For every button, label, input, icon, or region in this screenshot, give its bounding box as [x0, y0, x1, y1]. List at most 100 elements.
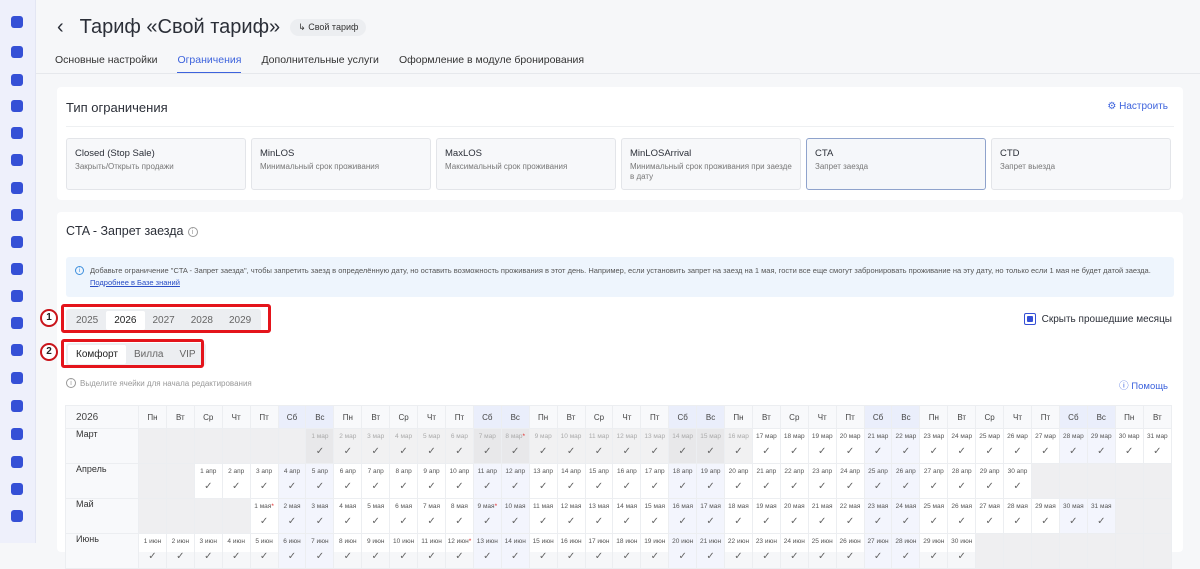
day-cell[interactable]: 27 мар ✓: [1031, 428, 1060, 464]
day-cell[interactable]: 5 мая ✓: [361, 498, 391, 534]
cloud-icon[interactable]: [11, 456, 23, 468]
day-cell[interactable]: 2 мая ✓: [277, 498, 307, 534]
day-cell[interactable]: 3 мая ✓: [305, 498, 335, 534]
day-cell[interactable]: 27 мая ✓: [975, 498, 1005, 534]
day-cell[interactable]: 1 апр ✓: [193, 463, 223, 499]
day-cell[interactable]: 29 мар ✓: [1086, 428, 1116, 464]
day-cell[interactable]: 16 апр ✓: [612, 463, 642, 499]
day-cell[interactable]: 1 июн ✓: [138, 533, 167, 569]
day-cell[interactable]: 12 июн* ✓: [444, 533, 474, 569]
day-cell[interactable]: 18 апр ✓: [668, 463, 698, 499]
day-cell[interactable]: 6 июн ✓: [277, 533, 307, 569]
box-icon[interactable]: [11, 344, 23, 356]
day-cell[interactable]: 13 мая ✓: [584, 498, 614, 534]
day-cell[interactable]: 14 июн ✓: [500, 533, 530, 569]
day-cell[interactable]: 31 мар ✓: [1142, 428, 1173, 464]
tab-restrictions[interactable]: Ограничения: [177, 54, 242, 74]
day-cell[interactable]: 28 мар ✓: [1058, 428, 1088, 464]
day-cell[interactable]: 2 апр ✓: [221, 463, 251, 499]
day-cell[interactable]: 18 мар ✓: [779, 428, 809, 464]
day-cell[interactable]: 22 июн ✓: [724, 533, 753, 569]
day-cell[interactable]: 16 июн ✓: [556, 533, 586, 569]
help-link[interactable]: ⓘ Помощь: [1119, 378, 1168, 392]
day-cell[interactable]: 27 июн ✓: [863, 533, 893, 569]
day-cell[interactable]: 11 июн ✓: [417, 533, 446, 569]
day-cell[interactable]: 11 апр ✓: [472, 463, 502, 499]
day-cell[interactable]: 19 мар ✓: [807, 428, 837, 464]
day-cell[interactable]: 27 апр ✓: [919, 463, 949, 499]
day-cell[interactable]: 24 мар ✓: [947, 428, 977, 464]
profile-icon[interactable]: [11, 510, 23, 522]
restriction-type-minlosarrival[interactable]: MinLOSArrival Минимальный срок проживания…: [621, 138, 801, 190]
day-cell[interactable]: 19 июн ✓: [640, 533, 670, 569]
day-cell[interactable]: 18 мая ✓: [724, 498, 753, 534]
restriction-type-ctd[interactable]: CTD Запрет выезда: [991, 138, 1171, 190]
day-cell[interactable]: 3 апр ✓: [249, 463, 279, 499]
day-cell[interactable]: 23 апр ✓: [807, 463, 837, 499]
day-cell[interactable]: 6 апр ✓: [333, 463, 363, 499]
day-cell[interactable]: 17 мар ✓: [751, 428, 781, 464]
day-cell[interactable]: 9 апр ✓: [417, 463, 446, 499]
restriction-type-closedstopsale[interactable]: Closed (Stop Sale) Закрыть/Открыть продаж…: [66, 138, 246, 190]
day-cell[interactable]: 6 мар ✓: [444, 428, 474, 464]
day-cell[interactable]: 29 апр ✓: [975, 463, 1005, 499]
day-cell[interactable]: 10 июн ✓: [389, 533, 419, 569]
restriction-type-minlos[interactable]: MinLOS Минимальный срок проживания: [251, 138, 431, 190]
configure-button[interactable]: ⚙ Настроить: [1107, 101, 1168, 112]
day-cell[interactable]: 26 мая ✓: [947, 498, 977, 534]
day-cell[interactable]: 3 июн ✓: [193, 533, 223, 569]
gear-icon[interactable]: [11, 317, 23, 329]
day-cell[interactable]: 11 мар ✓: [584, 428, 614, 464]
knowledge-base-link[interactable]: Подробнее в Базе знаний: [90, 278, 180, 287]
day-cell[interactable]: 30 июн ✓: [947, 533, 977, 569]
day-cell[interactable]: 4 мар ✓: [389, 428, 419, 464]
day-cell[interactable]: 14 мая ✓: [612, 498, 642, 534]
day-cell[interactable]: 12 мая ✓: [556, 498, 586, 534]
day-cell[interactable]: 25 мая ✓: [919, 498, 949, 534]
day-cell[interactable]: 15 июн ✓: [528, 533, 558, 569]
document-icon[interactable]: [11, 154, 23, 166]
back-button[interactable]: ‹: [57, 16, 64, 39]
day-cell[interactable]: 17 апр ✓: [640, 463, 670, 499]
day-cell[interactable]: 25 мар ✓: [975, 428, 1005, 464]
day-cell[interactable]: 28 апр ✓: [947, 463, 977, 499]
day-cell[interactable]: 28 июн ✓: [891, 533, 921, 569]
day-cell[interactable]: 29 июн ✓: [919, 533, 949, 569]
hide-past-months-checkbox[interactable]: Скрыть прошедшие месяцы: [1023, 313, 1172, 325]
restriction-type-cta[interactable]: CTA Запрет заезда: [806, 138, 986, 190]
restriction-type-maxlos[interactable]: MaxLOS Максимальный срок проживания: [436, 138, 616, 190]
day-cell[interactable]: 15 апр ✓: [584, 463, 614, 499]
day-cell[interactable]: 24 апр ✓: [835, 463, 865, 499]
day-cell[interactable]: 5 июн ✓: [249, 533, 279, 569]
day-cell[interactable]: 8 мар* ✓: [500, 428, 530, 464]
bell-icon[interactable]: [11, 16, 23, 28]
day-cell[interactable]: 24 мая ✓: [891, 498, 921, 534]
day-cell[interactable]: 14 мар ✓: [668, 428, 698, 464]
tab-extra-services[interactable]: Дополнительные услуги: [261, 54, 379, 74]
day-cell[interactable]: 9 июн ✓: [361, 533, 391, 569]
day-cell[interactable]: 13 апр ✓: [528, 463, 558, 499]
day-cell[interactable]: 7 мар ✓: [472, 428, 502, 464]
day-cell[interactable]: 4 июн ✓: [221, 533, 251, 569]
day-cell[interactable]: 25 апр ✓: [863, 463, 893, 499]
day-cell[interactable]: 15 мая ✓: [640, 498, 670, 534]
day-cell[interactable]: 31 мая ✓: [1086, 498, 1116, 534]
tag-icon[interactable]: [11, 127, 23, 139]
day-cell[interactable]: 23 мар ✓: [919, 428, 949, 464]
day-cell[interactable]: 9 мар ✓: [528, 428, 558, 464]
calculator-icon[interactable]: [11, 400, 23, 412]
day-cell[interactable]: 7 апр ✓: [361, 463, 391, 499]
day-cell[interactable]: 17 мая ✓: [696, 498, 726, 534]
checkbox-icon[interactable]: [11, 236, 23, 248]
day-cell[interactable]: 22 мар ✓: [891, 428, 921, 464]
day-cell[interactable]: 7 июн ✓: [305, 533, 335, 569]
tab-main-settings[interactable]: Основные настройки: [55, 54, 157, 74]
discount-icon[interactable]: [11, 100, 23, 112]
day-cell[interactable]: 19 апр ✓: [696, 463, 726, 499]
day-cell[interactable]: 21 мар ✓: [863, 428, 893, 464]
day-cell[interactable]: 8 апр ✓: [389, 463, 419, 499]
day-cell[interactable]: 25 июн ✓: [807, 533, 837, 569]
day-cell[interactable]: 16 мар ✓: [724, 428, 753, 464]
badge-icon[interactable]: [11, 428, 23, 440]
day-cell[interactable]: 2 июн ✓: [165, 533, 195, 569]
